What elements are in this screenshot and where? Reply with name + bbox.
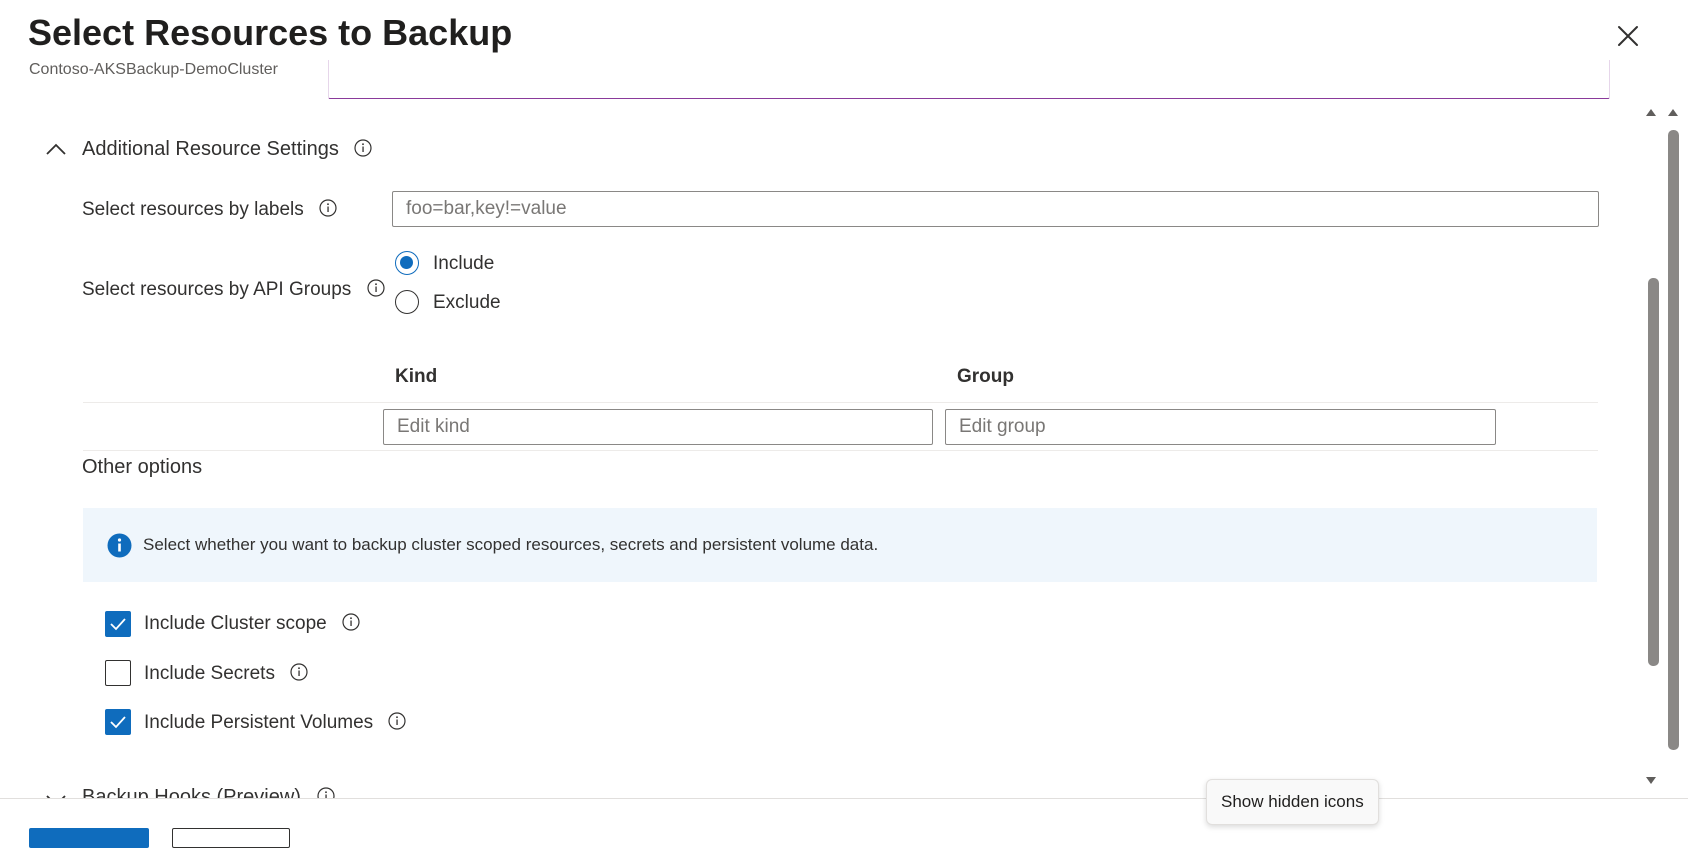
checkbox-secrets-text[interactable]: Include Secrets (144, 663, 275, 684)
next-section-title: Backup Hooks (Preview) (82, 786, 335, 798)
section-title: Additional Resource Settings (82, 138, 372, 161)
panel-title: Select Resources to Backup (28, 12, 513, 53)
checkbox-secrets[interactable] (105, 660, 131, 686)
info-filled-icon (107, 533, 132, 558)
info-icon[interactable] (290, 663, 308, 681)
next-section-expand-button[interactable] (42, 786, 70, 798)
info-banner-text: Select whether you want to backup cluste… (143, 535, 879, 554)
checkbox-persistent-volumes-text[interactable]: Include Persistent Volumes (144, 712, 373, 733)
edit-kind-input[interactable] (383, 409, 933, 445)
column-header-kind: Kind (395, 366, 438, 387)
labels-field-label-text: Select resources by labels (82, 199, 304, 220)
api-groups-label-text: Select resources by API Groups (82, 279, 352, 300)
api-groups-label: Select resources by API Groups (82, 279, 385, 301)
labels-field-label: Select resources by labels (82, 199, 337, 221)
edit-group-input[interactable] (945, 409, 1496, 445)
checkbox-secrets-label: Include Secrets (144, 663, 308, 685)
checkmark-icon (110, 716, 126, 729)
info-icon[interactable] (319, 199, 337, 217)
checkbox-persistent-volumes[interactable] (105, 709, 131, 735)
radio-include[interactable] (395, 251, 419, 275)
checkmark-icon (110, 618, 126, 631)
scroll-up-arrow-icon[interactable] (1666, 106, 1680, 118)
chevron-up-icon (46, 143, 66, 155)
chevron-down-icon (46, 795, 66, 798)
grid-row-divider (83, 450, 1598, 451)
panel-subtitle: Contoso-AKSBackup-DemoCluster (29, 61, 278, 78)
primary-footer-button[interactable] (29, 828, 149, 848)
previous-field-edge (328, 60, 1610, 99)
checkbox-cluster-scope-text[interactable]: Include Cluster scope (144, 613, 327, 634)
close-icon (1618, 26, 1638, 46)
close-button[interactable] (1614, 22, 1642, 50)
radio-include-label[interactable]: Include (433, 253, 494, 275)
info-icon[interactable] (342, 613, 360, 631)
next-section-title-text: Backup Hooks (Preview) (82, 786, 301, 798)
info-icon[interactable] (366, 279, 385, 297)
radio-exclude[interactable] (395, 290, 419, 314)
info-icon[interactable] (354, 139, 372, 157)
scroll-up-arrow-icon[interactable] (1644, 106, 1658, 118)
show-hidden-icons-tooltip: Show hidden icons (1206, 779, 1379, 825)
scroll-down-arrow-icon[interactable] (1644, 775, 1658, 787)
info-icon[interactable] (388, 712, 407, 730)
labels-input[interactable] (392, 191, 1599, 227)
radio-exclude-label[interactable]: Exclude (433, 292, 501, 314)
checkbox-cluster-scope[interactable] (105, 611, 131, 637)
checkbox-persistent-volumes-label: Include Persistent Volumes (144, 712, 407, 734)
info-icon[interactable] (316, 787, 335, 798)
section-collapse-button[interactable] (42, 136, 70, 164)
outer-scrollbar-thumb[interactable] (1668, 130, 1679, 750)
column-header-group: Group (957, 366, 1014, 387)
other-options-title: Other options (82, 456, 203, 478)
grid-header-divider (83, 402, 1598, 403)
inner-scrollbar-thumb[interactable] (1648, 278, 1659, 666)
checkbox-cluster-scope-label: Include Cluster scope (144, 613, 360, 635)
footer-divider (0, 798, 1688, 799)
secondary-footer-button[interactable] (172, 828, 290, 848)
section-title-label: Additional Resource Settings (82, 138, 339, 160)
